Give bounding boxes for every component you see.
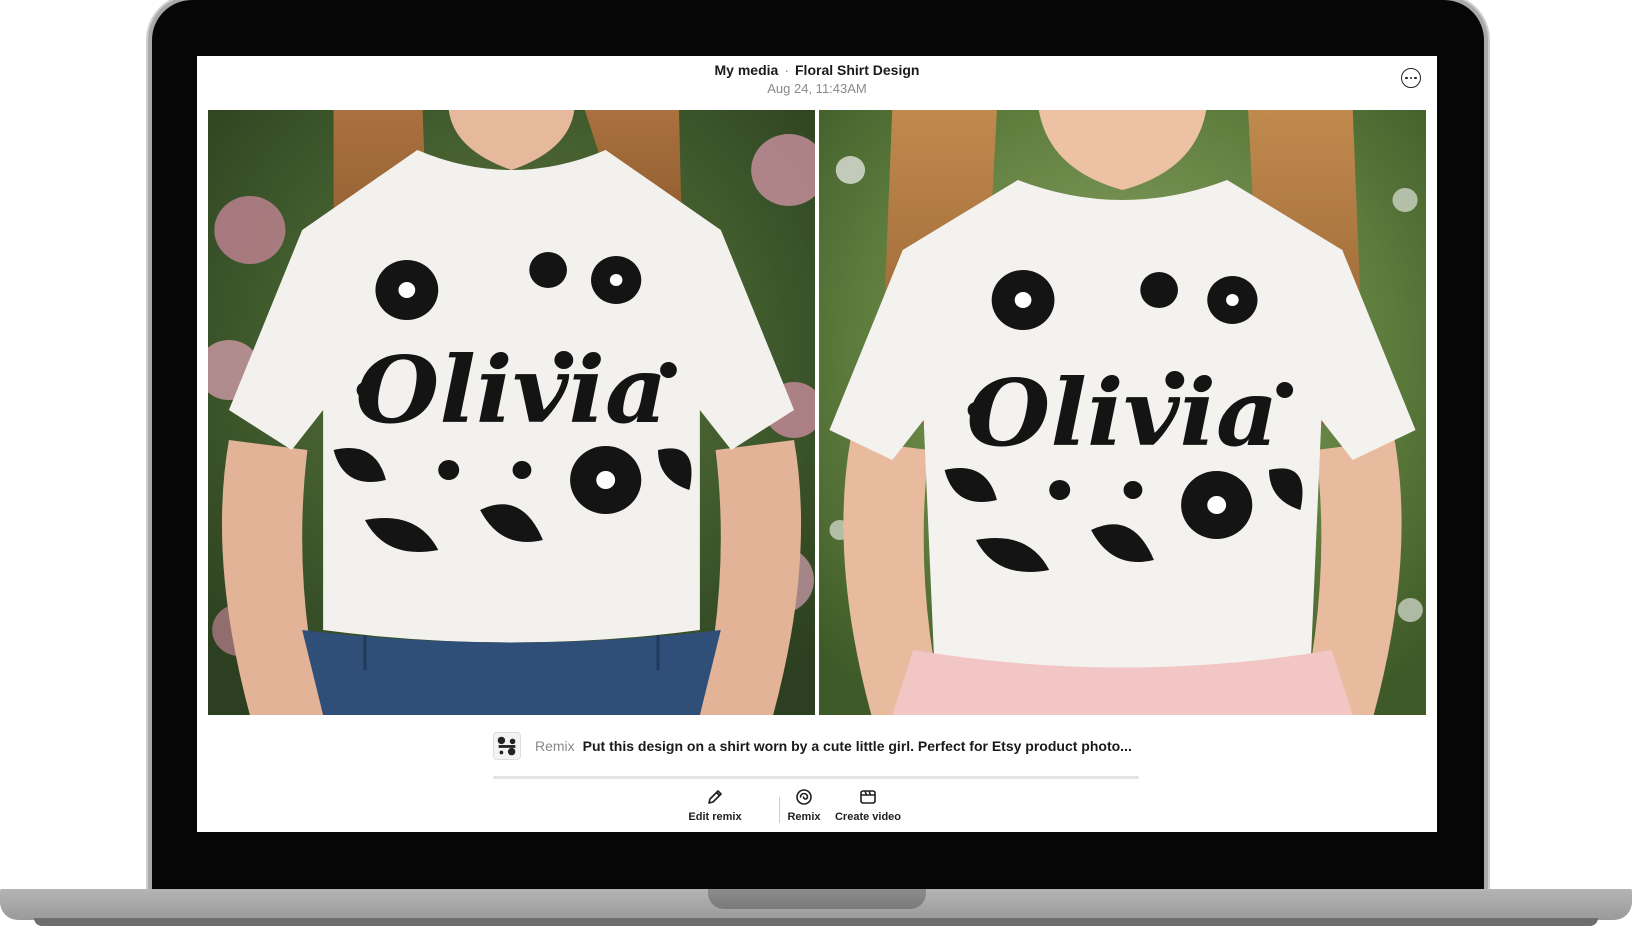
prompt-mode-label: Remix	[535, 738, 575, 754]
create-video-label: Create video	[834, 811, 902, 823]
prompt-text: Put this design on a shirt worn by a cut…	[582, 738, 1132, 754]
breadcrumb-my-media[interactable]: My media	[715, 62, 779, 78]
media-header: My media · Floral Shirt Design Aug 24, 11:…	[197, 56, 1437, 108]
image-gallery: Olivia Olivia	[208, 110, 1426, 715]
app-screen: My media · Floral Shirt Design Aug 24, 11:…	[197, 56, 1437, 832]
shirt-design-text-2: Olivia	[967, 360, 1279, 467]
remix-label: Remix	[787, 811, 821, 823]
shirt-photo-2: Olivia	[819, 110, 1426, 715]
breadcrumb-title: Floral Shirt Design	[795, 62, 920, 78]
laptop-notch	[708, 889, 926, 909]
generated-image-1[interactable]: Olivia	[208, 110, 815, 715]
media-timestamp: Aug 24, 11:43AM	[767, 81, 867, 96]
edit-remix-button[interactable]: Edit remix	[678, 787, 752, 823]
pencil-icon	[708, 790, 722, 804]
laptop-base-foot	[34, 918, 1598, 926]
shirt-photo-1: Olivia	[208, 110, 815, 715]
remix-button[interactable]: Remix	[775, 787, 833, 823]
action-bar: Edit remix Remix Create video	[197, 787, 1437, 831]
create-video-button[interactable]: Create video	[827, 787, 909, 823]
more-options-icon[interactable]	[1401, 68, 1421, 88]
clapperboard-icon	[860, 790, 876, 804]
breadcrumb-separator: ·	[784, 62, 789, 78]
edit-remix-label: Edit remix	[688, 811, 742, 823]
breadcrumb: My media · Floral Shirt Design	[197, 62, 1437, 78]
generated-image-2[interactable]: Olivia	[819, 110, 1426, 715]
design-thumbnail	[493, 732, 521, 760]
shirt-design-text-1: Olivia	[356, 337, 668, 444]
laptop-mockup: My media · Floral Shirt Design Aug 24, 11:…	[0, 0, 1632, 937]
remix-prompt[interactable]: Remix Put this design on a shirt worn by…	[493, 731, 1139, 761]
prompt-divider	[493, 776, 1139, 779]
remix-icon	[796, 789, 812, 805]
